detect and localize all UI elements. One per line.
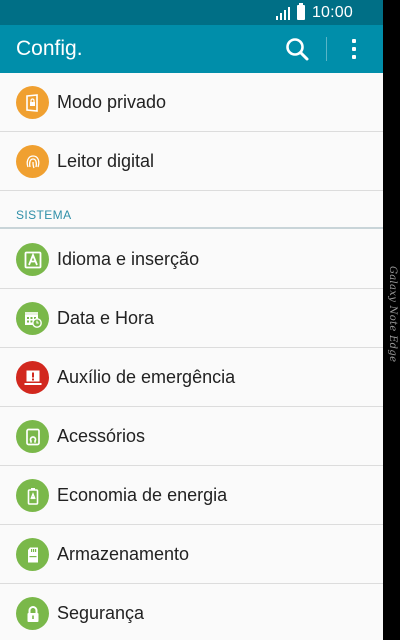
settings-item-storage[interactable]: Armazenamento: [0, 525, 383, 584]
battery-icon: [296, 3, 305, 20]
app-bar: Config.: [0, 25, 383, 73]
settings-item-label: Armazenamento: [57, 544, 190, 564]
signal-icon: [275, 6, 290, 20]
emergency-icon: [16, 361, 49, 394]
dot: [352, 47, 356, 51]
settings-item-date-time[interactable]: Data e Hora: [0, 289, 383, 348]
accessory-icon: [16, 420, 49, 453]
fingerprint-icon: [16, 145, 49, 178]
settings-item-label: Acessórios: [57, 426, 146, 446]
calendar-clock-icon: [16, 302, 49, 335]
page-title: Config.: [16, 37, 83, 60]
dot: [352, 55, 356, 59]
settings-item-private-mode[interactable]: Modo privado: [0, 73, 383, 132]
settings-item-label: Idioma e inserção: [57, 249, 200, 269]
settings-item-emergency[interactable]: Auxílio de emergência: [0, 348, 383, 407]
section-header: SISTEMA: [0, 191, 383, 229]
toolbar-divider: [326, 37, 327, 61]
settings-item-label: Auxílio de emergência: [57, 367, 236, 387]
settings-screen: 10:00 Config. Modo privado Leitor digita…: [0, 0, 383, 640]
settings-item-power-saving[interactable]: Economia de energia: [0, 466, 383, 525]
section-title: SISTEMA: [16, 208, 72, 222]
settings-item-label: Data e Hora: [57, 308, 155, 328]
settings-item-accessories[interactable]: Acessórios: [0, 407, 383, 466]
settings-item-label: Segurança: [57, 603, 145, 623]
settings-item-fingerprint[interactable]: Leitor digital: [0, 132, 383, 191]
battery-saver-icon: [16, 479, 49, 512]
search-icon: [286, 38, 309, 61]
settings-item-label: Leitor digital: [57, 151, 155, 171]
search-button[interactable]: [283, 35, 313, 63]
more-options-button[interactable]: [342, 35, 366, 63]
status-icons: 10:00: [275, 3, 353, 22]
lock-icon: [16, 597, 49, 630]
device-brand-label: Galaxy Note Edge: [387, 266, 398, 363]
settings-item-security[interactable]: Segurança: [0, 584, 383, 640]
status-bar: 10:00: [0, 0, 383, 25]
private-mode-icon: [16, 86, 49, 119]
sd-card-icon: [16, 538, 49, 571]
settings-item-language[interactable]: Idioma e inserção: [0, 230, 383, 289]
settings-item-label: Modo privado: [57, 92, 167, 112]
language-icon: [16, 243, 49, 276]
settings-item-label: Economia de energia: [57, 485, 228, 505]
dot: [352, 39, 356, 43]
status-time: 10:00: [311, 3, 353, 21]
